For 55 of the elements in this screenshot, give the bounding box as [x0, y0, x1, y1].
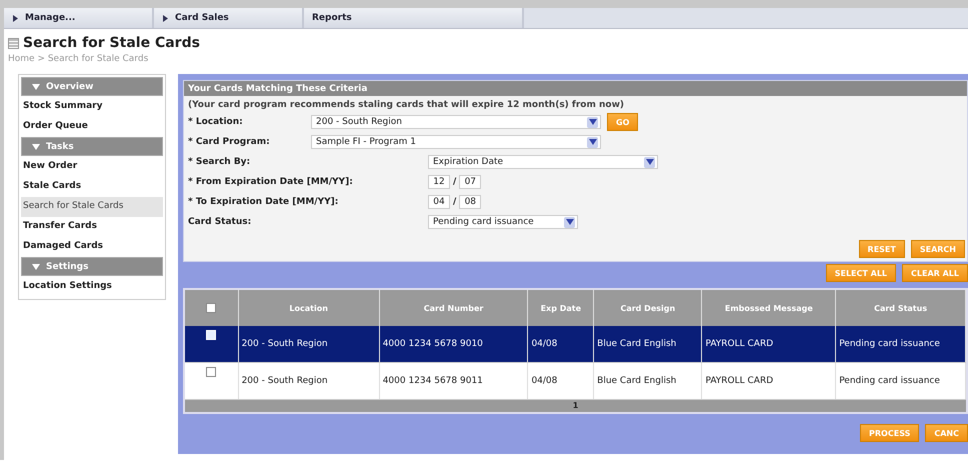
- year-field[interactable]: 08: [459, 195, 482, 209]
- collapse-icon: [32, 84, 40, 90]
- dropdown-arrow-icon: [644, 156, 655, 168]
- field-label: * From Expiration Date [MM/YY]:: [188, 177, 354, 187]
- dropdown-arrow-icon: [564, 216, 575, 228]
- nav-tab[interactable]: Manage...: [4, 8, 154, 28]
- field-label: * Card Program:: [188, 137, 271, 147]
- sidebar-item[interactable]: Search for Stale Cards: [21, 197, 163, 217]
- column-header: Location: [238, 290, 380, 326]
- table-cell: PAYROLL CARD: [702, 326, 836, 362]
- table-cell: 4000 1234 5678 9010: [379, 326, 528, 362]
- page-title: Search for Stale Cards: [23, 35, 200, 51]
- year-field[interactable]: 07: [459, 175, 482, 189]
- sidebar-item[interactable]: Stock Summary: [21, 97, 163, 117]
- sidebar-item[interactable]: New Order: [21, 157, 163, 177]
- dropdown-field[interactable]: Expiration Date: [428, 155, 658, 169]
- sidebar-item[interactable]: Damaged Cards: [21, 237, 163, 257]
- dropdown-arrow-icon: [587, 116, 598, 128]
- select-all-checkbox[interactable]: [206, 303, 216, 313]
- month-field[interactable]: 04: [428, 195, 450, 209]
- breadcrumb: Home > Search for Stale Cards: [8, 54, 150, 64]
- page-link[interactable]: 1: [572, 400, 578, 412]
- row-checkbox[interactable]: [206, 367, 216, 377]
- dropdown-field[interactable]: Sample FI - Program 1: [311, 135, 601, 149]
- sidebar-item[interactable]: Location Settings: [21, 277, 163, 297]
- collapse-icon: [32, 264, 40, 270]
- dropdown-field[interactable]: Pending card issuance: [428, 215, 578, 229]
- field-label: Card Status:: [188, 217, 252, 227]
- month-field[interactable]: 12: [428, 175, 450, 189]
- column-header: Card Status: [836, 290, 966, 326]
- slash-separator: /: [453, 197, 456, 207]
- column-header: Card Design: [594, 290, 702, 326]
- sidebar-item[interactable]: Transfer Cards: [21, 217, 163, 237]
- field-label: * To Expiration Date [MM/YY]:: [188, 197, 340, 207]
- dropdown-arrow-icon: [587, 136, 598, 148]
- column-header: Embossed Message: [702, 290, 836, 326]
- dropdown-field[interactable]: 200 - South Region: [311, 115, 601, 129]
- nav-tab[interactable]: Reports: [304, 8, 524, 28]
- criteria-header: Your Cards Matching These Criteria: [184, 81, 967, 96]
- sidebar-item[interactable]: Order Queue: [21, 117, 163, 137]
- collapse-icon: [32, 144, 40, 150]
- field-label: * Search By:: [188, 157, 252, 167]
- table-cell: 200 - South Region: [238, 326, 380, 362]
- table-cell: Pending card issuance: [836, 326, 966, 362]
- recommendation-note: (Your card program recommends staling cards that will expire 12 month(s) from now): [187, 99, 625, 112]
- field-label: * Location:: [188, 117, 244, 127]
- table-row[interactable]: 200 - South Region 4000 1234 5678 9010 04/08 Blue Card English PAYROLL CARD Pending card issuance: [185, 326, 966, 362]
- page-icon: [8, 38, 19, 48]
- slash-separator: /: [453, 177, 456, 187]
- table-cell: Blue Card English: [594, 326, 702, 362]
- column-header: Card Number: [379, 290, 528, 326]
- column-header: Exp Date: [528, 290, 594, 326]
- table-cell: 04/08: [528, 326, 594, 362]
- sidebar-item[interactable]: Stale Cards: [21, 177, 163, 197]
- nav-tab[interactable]: Card Sales: [154, 8, 304, 28]
